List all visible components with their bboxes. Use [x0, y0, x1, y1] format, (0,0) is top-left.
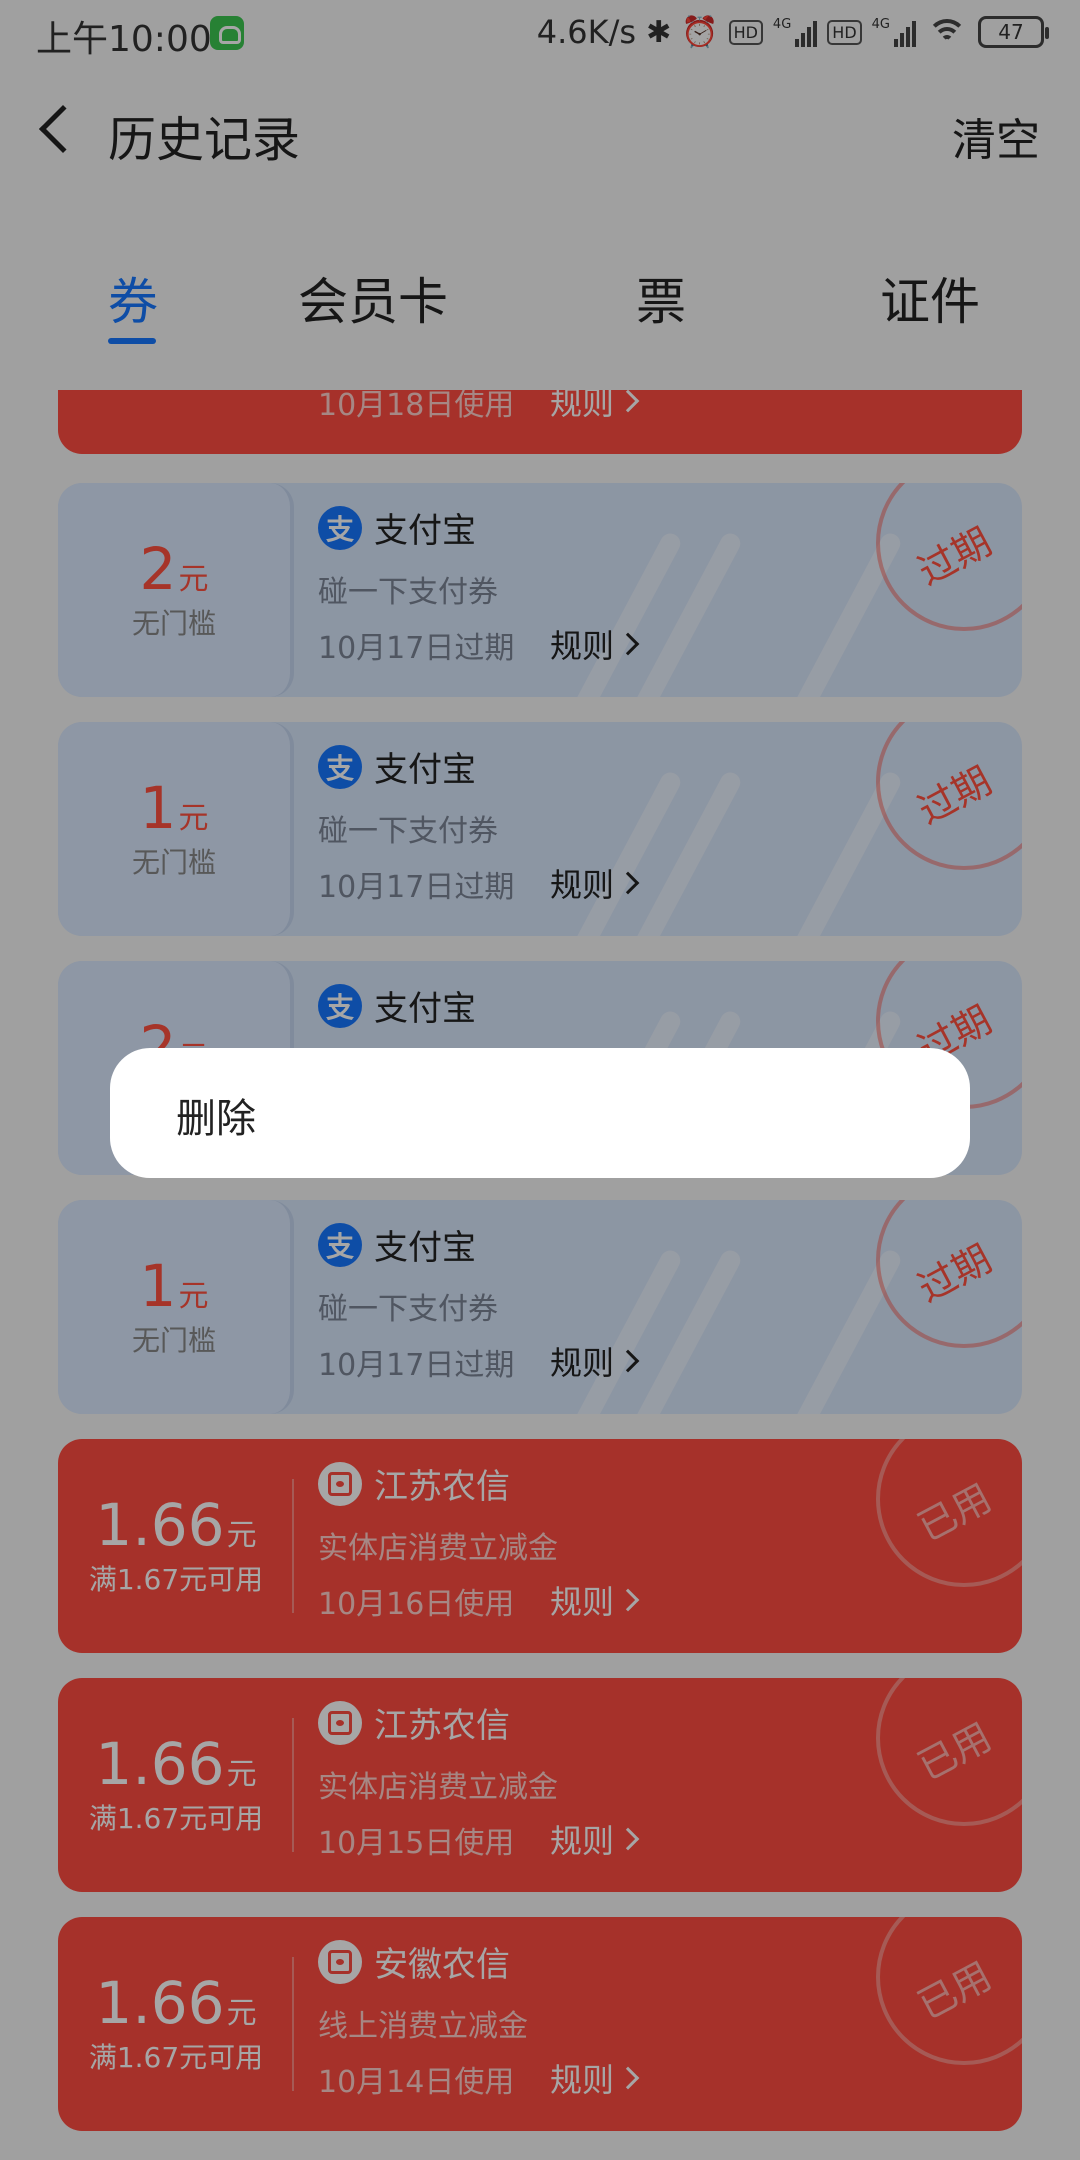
context-menu: 删除 [110, 1048, 970, 1178]
delete-menu-item[interactable]: 删除 [176, 1086, 256, 1144]
